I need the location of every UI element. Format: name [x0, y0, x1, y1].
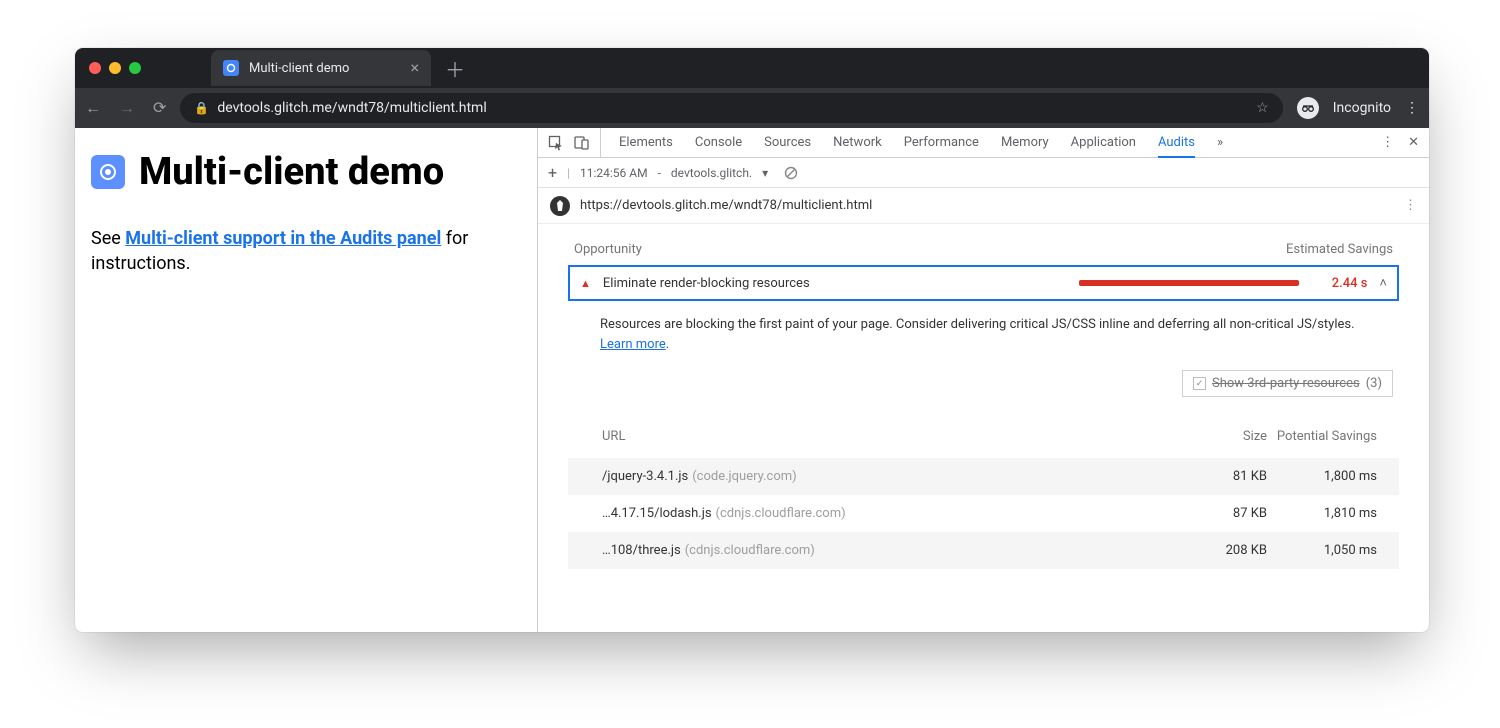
third-party-label: Show 3rd-party resources	[1212, 376, 1360, 391]
devtools-settings-icon[interactable]: ⋮	[1381, 135, 1394, 150]
page-heading-text: Multi-client demo	[139, 150, 444, 194]
window-titlebar: Multi-client demo × ＋	[75, 48, 1429, 88]
star-icon[interactable]: ☆	[1256, 100, 1269, 116]
resource-domain: (cdnjs.cloudflare.com)	[685, 543, 815, 558]
resource-size: 87 KB	[1177, 506, 1267, 521]
tab-application[interactable]: Application	[1071, 128, 1136, 157]
page-text-prefix: See	[91, 228, 125, 249]
resource-savings: 1,810 ms	[1267, 506, 1377, 521]
page-title: Multi-client demo	[91, 150, 537, 194]
opportunity-description: Resources are blocking the first paint o…	[568, 301, 1399, 360]
new-tab-button[interactable]: ＋	[445, 54, 465, 83]
browser-menu-button[interactable]: ⋮	[1405, 100, 1419, 116]
col-savings: Potential Savings	[1267, 429, 1377, 444]
third-party-toggle[interactable]: ✓ Show 3rd-party resources (3)	[1182, 370, 1393, 397]
forward-button[interactable]: →	[119, 98, 135, 118]
clear-audit-icon[interactable]	[784, 166, 798, 180]
resource-domain: (code.jquery.com)	[692, 469, 796, 484]
rendered-page: Multi-client demo See Multi-client suppo…	[75, 128, 537, 632]
opportunity-bar	[1079, 280, 1299, 286]
tab-title: Multi-client demo	[249, 61, 349, 76]
audit-timestamp: 11:24:56 AM	[580, 166, 648, 180]
opportunity-title: Eliminate render-blocking resources	[603, 276, 810, 291]
device-toggle-icon[interactable]	[574, 135, 590, 151]
new-audit-button[interactable]: +	[548, 163, 557, 182]
resource-path: …108/three.js	[602, 543, 681, 558]
tab-favicon-icon	[223, 60, 239, 76]
table-row[interactable]: …108/three.js (cdnjs.cloudflare.com) 208 …	[568, 532, 1399, 569]
tab-close-icon[interactable]: ×	[410, 60, 419, 76]
severity-icon: ▲	[580, 277, 591, 290]
address-url: devtools.glitch.me/wndt78/multiclient.ht…	[217, 100, 486, 116]
audit-host: devtools.glitch.	[671, 166, 752, 180]
devtools-close-icon[interactable]: ✕	[1408, 135, 1419, 150]
resource-savings: 1,800 ms	[1267, 469, 1377, 484]
tab-sources[interactable]: Sources	[764, 128, 811, 157]
audit-menu-icon[interactable]: ⋮	[1404, 198, 1417, 213]
col-size: Size	[1177, 429, 1267, 444]
audits-report: Opportunity Estimated Savings ▲ Eliminat…	[538, 224, 1429, 632]
window-minimize-button[interactable]	[109, 62, 121, 74]
window-close-button[interactable]	[89, 62, 101, 74]
tab-memory[interactable]: Memory	[1001, 128, 1049, 157]
audit-dropdown-icon[interactable]: ▾	[762, 166, 768, 180]
lighthouse-icon	[550, 196, 570, 216]
opportunity-row[interactable]: ▲ Eliminate render-blocking resources 2.…	[568, 265, 1399, 301]
devtools-tabstrip: Elements Console Sources Network Perform…	[538, 128, 1429, 158]
col-url: URL	[602, 429, 1177, 444]
resource-domain: (cdnjs.cloudflare.com)	[716, 506, 846, 521]
audits-subtoolbar: + | 11:24:56 AM - devtools.glitch. ▾	[538, 158, 1429, 188]
tab-performance[interactable]: Performance	[904, 128, 979, 157]
window-zoom-button[interactable]	[129, 62, 141, 74]
browser-toolbar: ← → ⟳ 🔒 devtools.glitch.me/wndt78/multic…	[75, 88, 1429, 128]
resource-size: 208 KB	[1177, 543, 1267, 558]
incognito-label: Incognito	[1333, 100, 1391, 116]
resource-size: 81 KB	[1177, 469, 1267, 484]
page-paragraph: See Multi-client support in the Audits p…	[91, 226, 537, 276]
tab-network[interactable]: Network	[833, 128, 882, 157]
devtools-panel: Elements Console Sources Network Perform…	[537, 128, 1429, 632]
third-party-count: (3)	[1366, 376, 1382, 391]
chrome-window: Multi-client demo × ＋ ← → ⟳ 🔒 devtools.g…	[75, 48, 1429, 632]
table-row[interactable]: …4.17.15/lodash.js (cdnjs.cloudflare.com)…	[568, 495, 1399, 532]
table-row[interactable]: /jquery-3.4.1.js(code.jquery.com) 81 KB …	[568, 458, 1399, 495]
address-bar[interactable]: 🔒 devtools.glitch.me/wndt78/multiclient.…	[180, 93, 1282, 123]
element-picker-icon[interactable]	[548, 135, 564, 151]
opportunity-header: Opportunity	[574, 242, 642, 257]
page-logo-icon	[91, 155, 125, 189]
tab-console[interactable]: Console	[695, 128, 742, 157]
chevron-up-icon[interactable]: ˄	[1379, 275, 1387, 291]
opportunity-value: 2.44 s	[1311, 276, 1367, 291]
opportunity-description-text: Resources are blocking the first paint o…	[600, 317, 1355, 332]
learn-more-link[interactable]: Learn more	[600, 337, 666, 352]
audit-url-row: https://devtools.glitch.me/wndt78/multic…	[538, 188, 1429, 224]
incognito-icon	[1297, 97, 1319, 119]
tab-audits[interactable]: Audits	[1158, 129, 1195, 158]
resource-savings: 1,050 ms	[1267, 543, 1377, 558]
lock-icon: 🔒	[194, 101, 209, 115]
audit-url: https://devtools.glitch.me/wndt78/multic…	[580, 198, 872, 213]
browser-tab[interactable]: Multi-client demo ×	[211, 50, 431, 86]
back-button[interactable]: ←	[85, 98, 101, 118]
resource-path: /jquery-3.4.1.js	[602, 469, 688, 484]
tabs-overflow[interactable]: »	[1217, 128, 1223, 157]
page-link[interactable]: Multi-client support in the Audits panel	[125, 228, 441, 249]
resources-table-header: URL Size Potential Savings	[568, 397, 1399, 458]
checkbox-icon[interactable]: ✓	[1193, 377, 1206, 390]
savings-header: Estimated Savings	[1286, 242, 1393, 257]
resource-path: …4.17.15/lodash.js	[602, 506, 712, 521]
tab-elements[interactable]: Elements	[619, 128, 673, 157]
reload-button[interactable]: ⟳	[153, 98, 166, 118]
traffic-lights	[75, 62, 141, 74]
